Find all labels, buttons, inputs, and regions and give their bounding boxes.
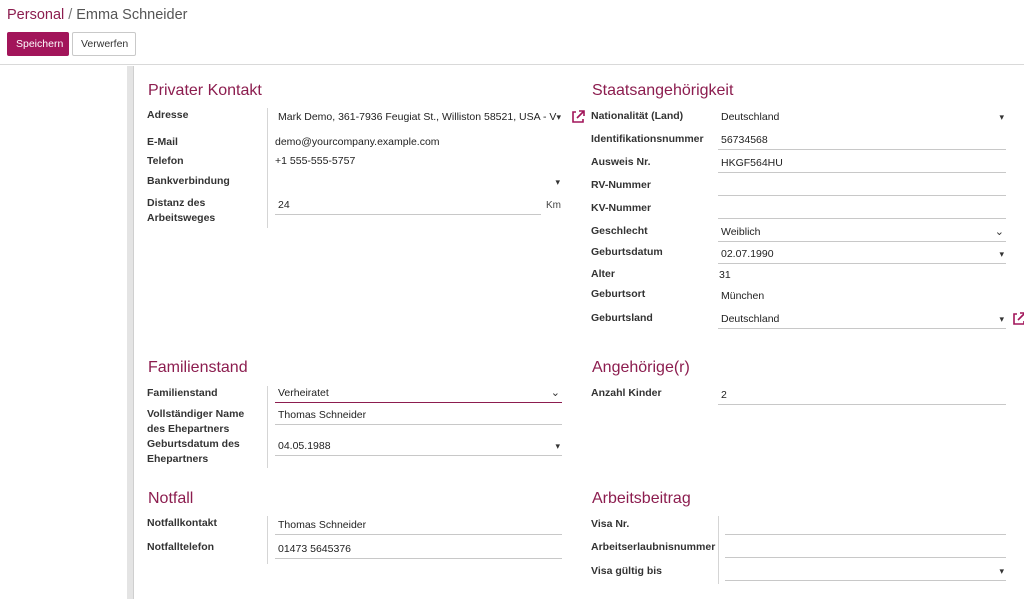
birthcountry-value: Deutschland bbox=[721, 313, 780, 325]
phone-value: +1 555-555-5757 bbox=[275, 155, 356, 167]
phone-field[interactable]: +1 555-555-5757 bbox=[272, 151, 562, 171]
rv-number-label: RV-Nummer bbox=[591, 179, 651, 191]
caret-down-icon[interactable]: ▾ bbox=[999, 561, 1004, 580]
distance-unit: Km bbox=[546, 200, 561, 211]
marital-title: Familienstand bbox=[148, 359, 248, 376]
id-number-label: Identifikationsnummer bbox=[591, 133, 704, 145]
children-count-label: Anzahl Kinder bbox=[591, 387, 662, 399]
bank-field[interactable]: ▾ bbox=[272, 172, 562, 192]
breadcrumb-root-link[interactable]: Personal bbox=[7, 7, 64, 23]
distance-value: 24 bbox=[278, 199, 290, 211]
caret-down-icon[interactable]: ▾ bbox=[999, 309, 1004, 328]
visa-number-label: Visa Nr. bbox=[591, 518, 630, 530]
nationality-label: Nationalität (Land) bbox=[591, 110, 684, 122]
spouse-birthday-value: 04.05.1988 bbox=[278, 440, 331, 452]
emergency-phone-field[interactable]: 01473 5645376 bbox=[275, 539, 562, 559]
dependants-title: Angehörige(r) bbox=[592, 359, 690, 376]
breadcrumb-separator: / bbox=[68, 7, 73, 23]
emergency-contact-field[interactable]: Thomas Schneider bbox=[275, 515, 562, 535]
birthplace-label: Geburtsort bbox=[591, 288, 646, 300]
citizenship-title: Staatsangehörigkeit bbox=[592, 82, 734, 99]
nationality-value: Deutschland bbox=[721, 111, 780, 123]
nationality-field[interactable]: Deutschland ▾ bbox=[718, 107, 1006, 127]
caret-down-icon[interactable]: ▾ bbox=[999, 107, 1004, 127]
distance-field[interactable]: 24 bbox=[275, 195, 541, 215]
spouse-name-value: Thomas Schneider bbox=[278, 409, 367, 421]
spouse-name-label: Vollständiger Name des Ehepartners bbox=[147, 408, 245, 435]
children-count-field[interactable]: 2 bbox=[718, 385, 1006, 405]
bank-label: Bankverbindung bbox=[147, 175, 230, 187]
marital-status-value: Verheiratet bbox=[278, 387, 329, 399]
permit-number-field[interactable] bbox=[725, 538, 1006, 558]
permit-number-label: Arbeitserlaubnisnummer bbox=[591, 541, 716, 553]
chevron-down-icon[interactable]: ⌄ bbox=[551, 383, 560, 402]
control-panel: Personal / Emma Schneider Speichern Verwer… bbox=[0, 0, 1024, 65]
discard-button[interactable]: Verwerfen bbox=[72, 32, 136, 56]
work-permit-divider bbox=[718, 516, 719, 584]
id-number-field[interactable]: 56734568 bbox=[718, 130, 1006, 150]
rv-number-field[interactable] bbox=[718, 176, 1006, 196]
birthcountry-label: Geburtsland bbox=[591, 312, 653, 324]
emergency-divider bbox=[267, 516, 268, 564]
emergency-title: Notfall bbox=[148, 490, 194, 507]
email-label: E-Mail bbox=[147, 136, 178, 148]
sheet-left-border-line bbox=[133, 66, 134, 599]
passport-label: Ausweis Nr. bbox=[591, 156, 651, 168]
caret-down-icon[interactable]: ▾ bbox=[999, 244, 1004, 263]
kv-number-label: KV-Nummer bbox=[591, 202, 652, 214]
save-button[interactable]: Speichern bbox=[7, 32, 69, 56]
caret-down-icon[interactable]: ▾ bbox=[555, 436, 560, 455]
address-value: Mark Demo, 361-7936 Feugiat St., Willist… bbox=[278, 111, 557, 123]
birthcountry-field[interactable]: Deutschland ▾ bbox=[718, 309, 1006, 329]
phone-label: Telefon bbox=[147, 155, 184, 167]
address-label: Adresse bbox=[147, 109, 189, 121]
emergency-contact-label: Notfallkontakt bbox=[147, 517, 218, 529]
private-contact-title: Privater Kontakt bbox=[148, 82, 262, 99]
distance-label: Distanz des Arbeitsweges bbox=[147, 197, 216, 224]
breadcrumb: Personal / Emma Schneider bbox=[7, 7, 187, 23]
birthplace-field[interactable]: München bbox=[718, 286, 1006, 306]
caret-down-icon[interactable]: ▾ bbox=[555, 172, 560, 192]
breadcrumb-current: Emma Schneider bbox=[76, 7, 188, 23]
marital-status-select[interactable]: Verheiratet ⌄ bbox=[275, 383, 562, 403]
gender-label: Geschlecht bbox=[591, 225, 648, 237]
kv-number-field[interactable] bbox=[718, 199, 1006, 219]
gender-select[interactable]: Weiblich ⌄ bbox=[718, 222, 1006, 242]
email-value: demo@yourcompany.example.com bbox=[275, 136, 440, 148]
visa-expire-field[interactable]: ▾ bbox=[725, 561, 1006, 581]
gender-value: Weiblich bbox=[721, 226, 761, 238]
work-permit-title: Arbeitsbeitrag bbox=[592, 490, 691, 507]
visa-number-field[interactable] bbox=[725, 515, 1006, 535]
id-number-value: 56734568 bbox=[721, 134, 768, 146]
external-link-icon[interactable] bbox=[1012, 312, 1024, 326]
children-count-value: 2 bbox=[721, 389, 727, 401]
email-field[interactable]: demo@yourcompany.example.com bbox=[272, 132, 562, 152]
emergency-phone-value: 01473 5645376 bbox=[278, 543, 351, 555]
age-label: Alter bbox=[591, 268, 615, 280]
emergency-contact-value: Thomas Schneider bbox=[278, 519, 367, 531]
birthday-value: 02.07.1990 bbox=[721, 248, 774, 260]
birthday-field[interactable]: 02.07.1990 ▾ bbox=[718, 244, 1006, 264]
birthday-label: Geburtsdatum bbox=[591, 246, 663, 258]
spouse-name-field[interactable]: Thomas Schneider bbox=[275, 405, 562, 425]
spouse-birthday-field[interactable]: 04.05.1988 ▾ bbox=[275, 436, 562, 456]
age-field: 31 bbox=[716, 265, 1004, 285]
external-link-icon[interactable] bbox=[571, 110, 585, 124]
private-contact-divider bbox=[267, 108, 268, 228]
caret-down-icon[interactable]: ▾ bbox=[556, 107, 561, 127]
address-field[interactable]: Mark Demo, 361-7936 Feugiat St., Willist… bbox=[275, 107, 563, 127]
age-value: 31 bbox=[719, 269, 731, 281]
marital-divider bbox=[267, 386, 268, 468]
passport-value: HKGF564HU bbox=[721, 157, 783, 169]
passport-field[interactable]: HKGF564HU bbox=[718, 153, 1006, 173]
birthplace-value: München bbox=[721, 290, 765, 302]
visa-expire-label: Visa gültig bis bbox=[591, 565, 662, 577]
chevron-down-icon[interactable]: ⌄ bbox=[995, 222, 1004, 241]
marital-status-label: Familienstand bbox=[147, 387, 218, 399]
emergency-phone-label: Notfalltelefon bbox=[147, 541, 215, 553]
spouse-birthday-label: Geburtsdatum des Ehepartners bbox=[147, 438, 240, 465]
